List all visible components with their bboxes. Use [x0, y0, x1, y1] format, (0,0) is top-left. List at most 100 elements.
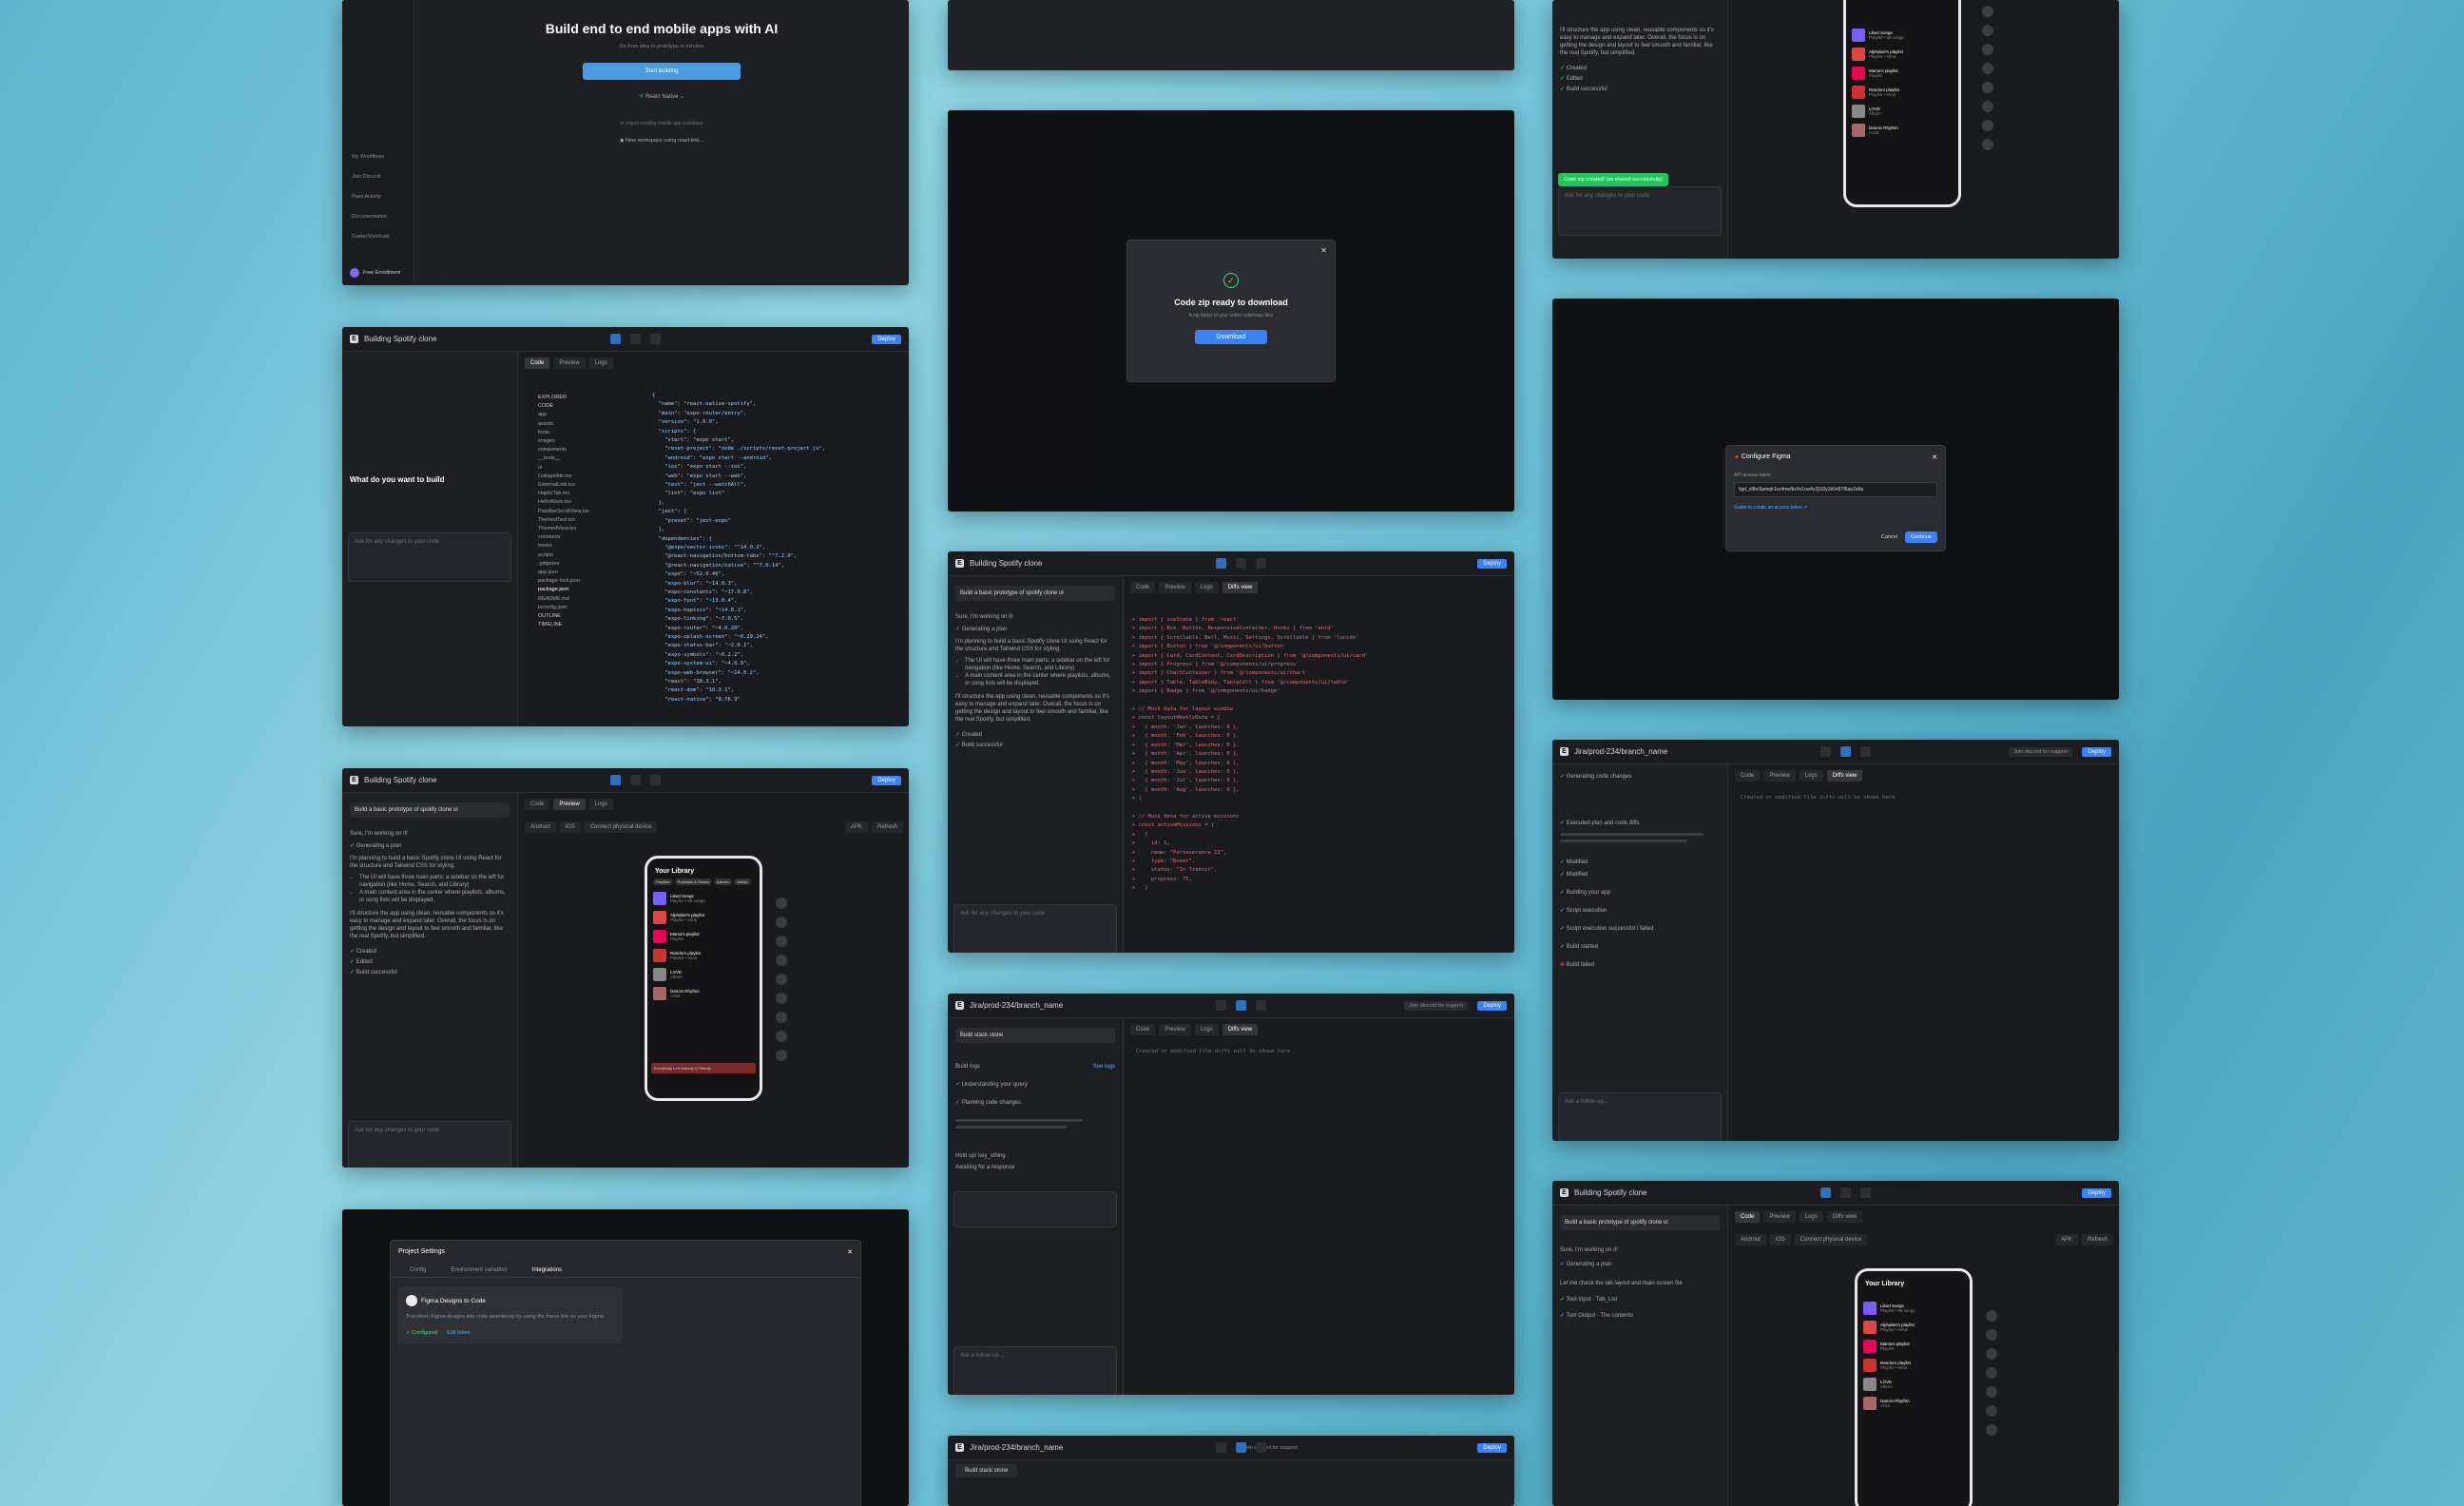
- library-item[interactable]: Liked Songs Playlist • 58 songs: [1858, 1299, 1970, 1318]
- library-item[interactable]: Alphabet's playlist Playlist • Alina: [1858, 1318, 1970, 1337]
- device-ios[interactable]: iOS: [559, 821, 581, 833]
- file-tree-item[interactable]: README.md: [538, 595, 624, 604]
- edit-token-link[interactable]: Edit token: [447, 1330, 470, 1336]
- tab-diffs[interactable]: Diffs view: [1826, 1211, 1863, 1223]
- file-tree-item[interactable]: app: [538, 411, 624, 419]
- explorer-section[interactable]: OUTLINE: [538, 612, 624, 621]
- file-tree-item[interactable]: components: [538, 446, 624, 454]
- vscode-icon[interactable]: [610, 775, 622, 785]
- device-physical[interactable]: Connect physical device: [584, 821, 658, 833]
- download-icon[interactable]: [650, 775, 662, 785]
- library-item[interactable]: Random playlist Playlist • Alina: [647, 946, 760, 965]
- file-tree-item[interactable]: package-lock.json: [538, 577, 624, 586]
- vscode-icon[interactable]: [610, 334, 622, 344]
- explorer-section[interactable]: TIMELINE: [538, 621, 624, 629]
- tab-code[interactable]: Code: [525, 357, 550, 369]
- tab-logs[interactable]: Logs: [1799, 1211, 1823, 1223]
- library-item[interactable]: LOVE Album: [1846, 102, 1958, 121]
- library-item[interactable]: Mama's playlist Playlist: [1846, 64, 1958, 83]
- file-tree-item[interactable]: ui: [538, 464, 624, 473]
- library-item[interactable]: Mama's playlist Playlist: [647, 927, 760, 946]
- github-icon[interactable]: [1216, 1000, 1227, 1011]
- deploy-button[interactable]: Deploy: [1477, 558, 1507, 569]
- file-tree-item[interactable]: ThemedText.tsx: [538, 516, 624, 525]
- menu-guide[interactable]: Guide/Shortcuts: [352, 227, 389, 247]
- tool-input[interactable]: Tool Input: [1567, 1297, 1591, 1303]
- new-workspace-item[interactable]: ◆ New workspace using react-link...: [414, 138, 909, 144]
- library-item[interactable]: Liked Songs Playlist • 58 songs: [647, 889, 760, 908]
- vscode-icon[interactable]: [1840, 746, 1852, 757]
- library-item[interactable]: Alphabet's playlist Playlist • Alina: [1846, 45, 1958, 64]
- cancel-button[interactable]: Cancel: [1881, 534, 1897, 540]
- file-tree-item[interactable]: __tests__: [538, 454, 624, 463]
- file-tree-item[interactable]: HelloWave.tsx: [538, 498, 624, 507]
- github-icon[interactable]: [630, 334, 642, 344]
- menu-pass-activity[interactable]: Pass Activity: [352, 187, 389, 207]
- refresh-button[interactable]: Refresh: [2081, 1234, 2113, 1245]
- download-icon[interactable]: [1860, 746, 1872, 757]
- tab-diffs[interactable]: Diffs view: [1222, 582, 1259, 593]
- tab-code[interactable]: Code: [525, 799, 550, 810]
- download-icon[interactable]: [1256, 1442, 1267, 1453]
- tab-diffs[interactable]: Diffs view: [1826, 770, 1863, 782]
- file-tree-item[interactable]: assets: [538, 420, 624, 429]
- download-icon[interactable]: [1860, 1187, 1872, 1198]
- close-icon[interactable]: ✕: [1320, 246, 1327, 255]
- chip[interactable]: Artists: [734, 878, 751, 885]
- file-tree-item[interactable]: Collapsible.tsx: [538, 473, 624, 481]
- apk-button[interactable]: APK: [2054, 1234, 2078, 1245]
- download-icon[interactable]: [1256, 1000, 1267, 1011]
- deploy-button[interactable]: Deploy: [2082, 1187, 2111, 1198]
- menu-my-workflows[interactable]: My Workflows: [352, 147, 389, 167]
- chip[interactable]: Podcasts & Shows: [674, 878, 713, 885]
- vscode-icon[interactable]: [1820, 1187, 1832, 1198]
- chat-input[interactable]: Ask for any changes to your code: [348, 532, 511, 582]
- library-item[interactable]: Random playlist Playlist • Alina: [1846, 83, 1958, 102]
- download-button[interactable]: Download: [1195, 330, 1267, 344]
- file-tree-item[interactable]: package.json: [538, 586, 624, 594]
- tab-preview[interactable]: Preview: [1763, 770, 1796, 782]
- chip[interactable]: Playlists: [653, 878, 673, 885]
- reply-input[interactable]: Ask a follow-up...: [953, 1346, 1117, 1395]
- tab-logs[interactable]: Logs: [588, 357, 613, 369]
- tab-integrations[interactable]: Integrations: [532, 1267, 562, 1273]
- github-icon[interactable]: [1236, 558, 1247, 569]
- file-tree-item[interactable]: tsconfig.json: [538, 604, 624, 612]
- avatar[interactable]: [350, 268, 359, 278]
- framework-select[interactable]: ⚛ React Native ⌄: [414, 93, 909, 100]
- tab-code[interactable]: Code: [1735, 1211, 1761, 1223]
- deploy-button[interactable]: Deploy: [2082, 746, 2111, 757]
- library-item[interactable]: Alphabet's playlist Playlist • Alina: [647, 908, 760, 927]
- menu-documentation[interactable]: Documentation: [352, 207, 389, 227]
- tab-preview[interactable]: Preview: [1159, 582, 1191, 593]
- library-item[interactable]: Random playlist Playlist • Alina: [1858, 1356, 1970, 1375]
- chip[interactable]: Albums: [714, 878, 733, 885]
- support-link[interactable]: Join discord for support: [1404, 1000, 1469, 1011]
- tab-config[interactable]: Config: [410, 1267, 426, 1273]
- tab-preview[interactable]: Preview: [553, 799, 586, 810]
- device-ios[interactable]: iOS: [1769, 1234, 1791, 1245]
- device-physical[interactable]: Connect physical device: [1794, 1234, 1868, 1245]
- tab-diffs[interactable]: Diffs view: [1222, 1024, 1259, 1035]
- library-item[interactable]: Dancin Rhythm Artist: [1858, 1394, 1970, 1413]
- tab-code[interactable]: Code: [1130, 1024, 1156, 1035]
- library-item[interactable]: Dancin Rhythm Artist: [647, 984, 760, 1003]
- deploy-button[interactable]: Deploy: [872, 775, 901, 785]
- vscode-icon[interactable]: [1216, 558, 1227, 569]
- download-icon[interactable]: [1256, 558, 1267, 569]
- reply-input[interactable]: Ask a follow-up...: [1558, 1092, 1722, 1141]
- device-android[interactable]: Android: [525, 821, 556, 833]
- tab-logs[interactable]: Logs: [1194, 582, 1219, 593]
- deploy-button[interactable]: Deploy: [872, 334, 901, 344]
- token-guide-link[interactable]: Guide to create an access token ↗: [1734, 505, 1937, 511]
- github-icon[interactable]: [1216, 1442, 1227, 1453]
- menu-join-discord[interactable]: Join Discord: [352, 167, 389, 187]
- library-item[interactable]: Liked Songs Playlist • 58 songs: [1846, 26, 1958, 45]
- start-building-button[interactable]: Start building: [583, 63, 741, 80]
- close-icon[interactable]: ✕: [1932, 454, 1937, 461]
- device-controls[interactable]: [776, 898, 789, 1061]
- tab-code[interactable]: Code: [1735, 770, 1761, 782]
- tab-preview[interactable]: Preview: [553, 357, 586, 369]
- tab-env[interactable]: Environment variables: [451, 1267, 507, 1273]
- download-icon[interactable]: [650, 334, 662, 344]
